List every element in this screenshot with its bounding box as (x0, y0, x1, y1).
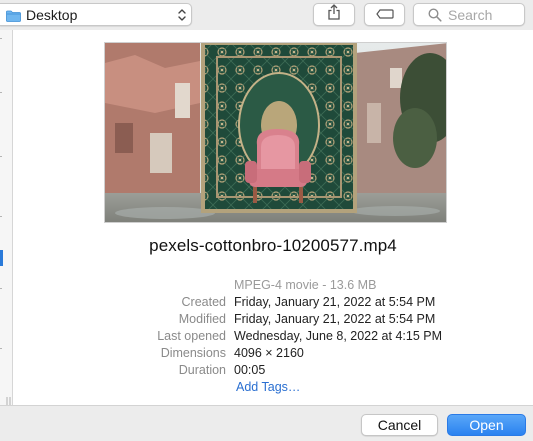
tags-row: Add Tags… (13, 380, 533, 397)
sidebar-tick (0, 38, 2, 39)
location-popup[interactable]: Desktop (0, 3, 192, 26)
modified-row: Modified Friday, January 21, 2022 at 5:5… (13, 312, 533, 329)
toolbar: Desktop (0, 0, 533, 30)
sidebar-selection-indicator (0, 250, 3, 266)
tag-button[interactable] (364, 3, 405, 26)
field-value: Wednesday, June 8, 2022 at 4:15 PM (234, 329, 443, 343)
sidebar-tick (0, 92, 2, 93)
sidebar-tick (0, 156, 2, 157)
share-button[interactable] (313, 3, 355, 26)
field-value: Friday, January 21, 2022 at 5:54 PM (234, 312, 436, 326)
preview-pane: pexels-cottonbro-10200577.mp4 MPEG-4 mov… (13, 30, 533, 405)
search-icon (428, 7, 442, 22)
sidebar[interactable] (0, 30, 13, 405)
file-kind: MPEG-4 movie - 13.6 MB (234, 278, 377, 292)
search-field[interactable] (413, 3, 528, 26)
field-label: Dimensions (160, 346, 226, 360)
add-tags-link[interactable]: Add Tags… (236, 380, 300, 394)
field-label: Duration (178, 363, 226, 377)
search-input[interactable] (448, 6, 528, 23)
sidebar-tick (0, 288, 2, 289)
field-label: Modified (178, 312, 226, 326)
open-button[interactable]: Open (447, 414, 526, 436)
share-icon (327, 4, 341, 25)
cancel-button[interactable]: Cancel (361, 414, 438, 436)
dialog-footer: Cancel Open (0, 405, 533, 441)
file-name: pexels-cottonbro-10200577.mp4 (149, 236, 397, 255)
tag-icon (375, 6, 394, 24)
folder-icon (6, 9, 21, 22)
location-label: Desktop (26, 6, 78, 23)
created-row: Created Friday, January 21, 2022 at 5:54… (13, 295, 533, 312)
field-label: Created (181, 295, 226, 309)
kind-row: MPEG-4 movie - 13.6 MB (13, 278, 533, 295)
field-value: 4096 × 2160 (234, 346, 304, 360)
field-label: Last opened (157, 329, 226, 343)
field-value: 00:05 (234, 363, 266, 377)
sidebar-tick (0, 216, 2, 217)
chevron-updown-icon (177, 7, 187, 23)
duration-row: Duration 00:05 (13, 363, 533, 380)
video-thumbnail (104, 42, 447, 223)
last-opened-row: Last opened Wednesday, June 8, 2022 at 4… (13, 329, 533, 346)
dimensions-row: Dimensions 4096 × 2160 (13, 346, 533, 363)
sidebar-tick (0, 348, 2, 349)
field-value: Friday, January 21, 2022 at 5:54 PM (234, 295, 436, 309)
